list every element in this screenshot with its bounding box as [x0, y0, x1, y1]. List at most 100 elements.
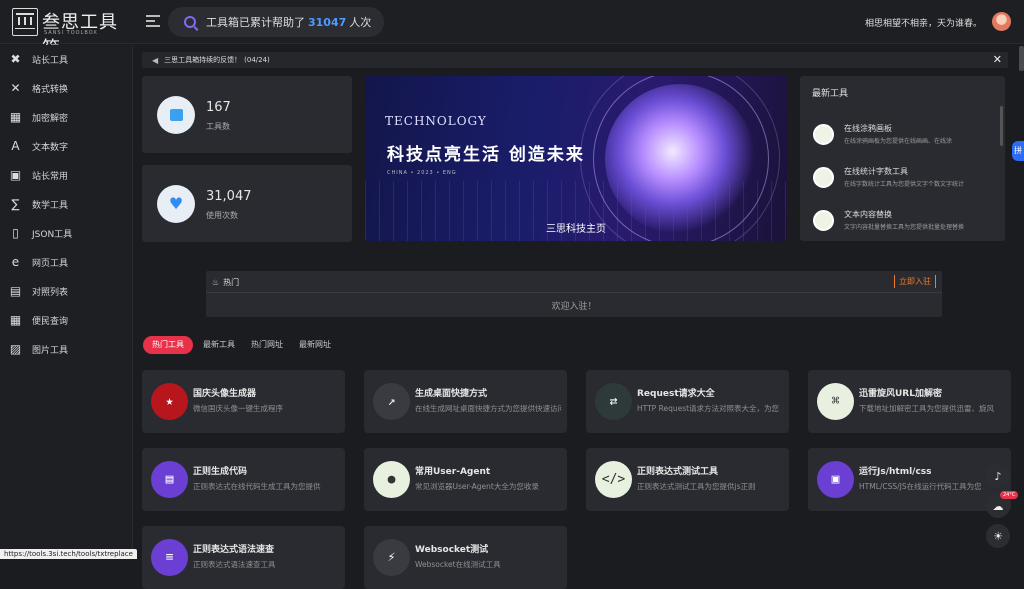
stat-usage: ♥ 31,047 使用次数 — [142, 165, 352, 242]
tool-card[interactable]: ↗ 生成桌面快捷方式在线生成网址桌面快捷方式为您提供快速访问 — [364, 370, 567, 433]
sidebar-item-math[interactable]: ∑ 数学工具 — [0, 190, 132, 219]
sidebar-item-format[interactable]: ✕ 格式转换 — [0, 74, 132, 103]
join-button[interactable]: 立即入驻 — [894, 275, 936, 288]
main-content: ◀ 三思工具箱持续的反馈！ (04/24) ✕ 167 工具数 ♥ 31,047… — [134, 45, 1014, 589]
tool-card-title: Request请求大全 — [637, 389, 715, 399]
tool-tabs: 热门工具 最新工具 热门网址 最新网址 — [143, 336, 341, 354]
sidebar-item-text[interactable]: A 文本数字 — [0, 132, 132, 161]
hot-welcome-text: 欢迎入驻！ — [551, 302, 597, 312]
stat-usage-label: 使用次数 — [206, 211, 238, 220]
top-bar: 叁思工具箱 SANSI TOOLBOX 工具箱已累计帮助了31047人次 相思相… — [0, 0, 1024, 59]
side-drawer-tab[interactable]: 拼 — [1012, 141, 1024, 161]
newest-tools-title: 最新工具 — [812, 89, 849, 99]
tool-card-title: Websocket测试 — [415, 545, 489, 555]
sidebar-item-list[interactable]: ▤ 对照列表 — [0, 277, 132, 306]
text-replace-icon — [813, 210, 834, 231]
text-icon: A — [11, 139, 20, 153]
tool-card-desc: 常见浏览器User-Agent大全为您收录 — [415, 482, 539, 491]
websocket-icon: ⚡ — [373, 539, 410, 576]
avatar[interactable] — [992, 12, 1011, 31]
tool-card[interactable]: ● 常用User-Agent 常见浏览器User-Agent大全为您收录 — [364, 448, 567, 511]
logo-icon — [12, 8, 38, 36]
lock-icon: ▦ — [9, 110, 22, 124]
tool-card[interactable]: ★ 国庆头像生成器微信国庆头像一键生成程序 — [142, 370, 345, 433]
tool-card[interactable]: ▣ 运行Js/html/css HTML/CSS/JS在线运行代码工具为您 — [808, 448, 1011, 511]
toolbox-icon: ▣ — [9, 168, 22, 182]
speaker-icon: ◀ — [152, 55, 159, 65]
tool-card-desc: 正则表达式测试工具为您提供js正则 — [637, 482, 756, 491]
tool-card-title: 迅雷旋风URL加解密 — [859, 389, 942, 399]
newest-item[interactable]: 文本内容替换 文字内容批量替换工具为您提供批量处理替换 — [813, 207, 993, 237]
banner-small-text: CHINA • 2023 • ENG — [387, 170, 457, 176]
tool-card[interactable]: ⌘ 迅雷旋风URL加解密 下载地址加解密工具为您提供迅雷、旋风 — [808, 370, 1011, 433]
motto-text: 相思相望不相亲，天为谁春。 — [865, 19, 983, 29]
close-icon[interactable]: ✕ — [993, 53, 1002, 66]
json-icon: ▯ — [12, 226, 19, 240]
scrollbar[interactable] — [1000, 106, 1003, 146]
tool-card[interactable]: ⇄ Request请求大全 HTTP Request请求方法对照表大全，为您 — [586, 370, 789, 433]
tool-card-desc: Websocket在线测试工具 — [415, 560, 501, 569]
tool-card[interactable]: ⚡ Websocket测试 Websocket在线测试工具 — [364, 526, 567, 589]
sidebar-item-query[interactable]: ▦ 便民查询 — [0, 306, 132, 335]
newest-tools-panel: 最新工具 在线涂鸦画板 在线涂鸦画板为您提供在线画画、在线涂 在线统计字数工具 … — [800, 76, 1005, 241]
tool-card[interactable]: ≡ 正则表达式语法速查 正则表达式语法速查工具 — [142, 526, 345, 589]
logo[interactable]: 叁思工具箱 SANSI TOOLBOX — [12, 8, 122, 59]
search-icon — [184, 16, 196, 28]
regex-syntax-icon: ≡ — [151, 539, 188, 576]
tool-card-title: 正则生成代码 — [193, 467, 248, 477]
notice-bar: ◀ 三思工具箱持续的反馈！ (04/24) ✕ — [142, 52, 1008, 68]
page-scrollbar[interactable] — [1019, 46, 1024, 71]
sidebar-item-common[interactable]: ▣ 站长常用 — [0, 161, 132, 190]
user-agent-icon: ● — [373, 461, 410, 498]
tab-new-tools[interactable]: 最新工具 — [197, 336, 241, 354]
url-crypt-icon: ⌘ — [817, 383, 854, 420]
flag-avatar-icon: ★ — [151, 383, 188, 420]
sidebar-item-json[interactable]: ▯ JSON工具 — [0, 219, 132, 248]
notice-counter: (04/24) — [244, 56, 270, 64]
calendar-icon: ▦ — [9, 313, 22, 327]
box-icon — [157, 96, 195, 134]
sun-icon[interactable]: ☀ — [986, 524, 1010, 548]
tool-card-title: 国庆头像生成器 — [193, 389, 257, 399]
tab-new-sites[interactable]: 最新网址 — [293, 336, 337, 354]
tab-hot-tools[interactable]: 热门工具 — [143, 336, 193, 354]
sidebar-item-web[interactable]: e 网页工具 — [0, 248, 132, 277]
fire-icon: ♨ — [212, 278, 220, 287]
newest-item[interactable]: 在线统计字数工具 在线字数统计工具为您提供文字个数文字统计 — [813, 164, 993, 194]
stat-usage-value: 31,047 — [206, 189, 252, 204]
tool-card-desc: 微信国庆头像一键生成程序 — [193, 404, 283, 413]
request-icon: ⇄ — [595, 383, 632, 420]
tool-card-title: 常用User-Agent — [415, 467, 491, 477]
drawing-board-icon — [813, 124, 834, 145]
browser-icon: e — [11, 255, 20, 269]
tab-hot-sites[interactable]: 热门网址 — [245, 336, 289, 354]
tool-card[interactable]: ▤ 正则生成代码正则表达式在线代码生成工具为您提供 — [142, 448, 345, 511]
list-icon: ▤ — [9, 284, 22, 298]
sidebar: ✖ 站长工具 ✕ 格式转换 ▦ 加密解密 A 文本数字 ▣ 站长常用 ∑ 数学工具 ▯ JSO… — [0, 45, 133, 559]
sidebar-item-webmaster[interactable]: ✖ 站长工具 — [0, 45, 132, 74]
menu-toggle-icon[interactable] — [146, 15, 160, 27]
tool-card[interactable]: </> 正则表达式测试工具 正则表达式测试工具为您提供js正则 — [586, 448, 789, 511]
shortcut-icon: ↗ — [373, 383, 410, 420]
notice-text[interactable]: 三思工具箱持续的反馈！ — [164, 55, 241, 65]
image-icon: ▨ — [9, 342, 22, 356]
temperature-badge: 24°C — [1000, 491, 1019, 499]
tool-card-title: 生成桌面快捷方式 — [415, 389, 488, 399]
tool-card-desc: HTML/CSS/JS在线运行代码工具为您 — [859, 482, 982, 491]
tool-card-desc: 正则表达式语法速查工具 — [193, 560, 276, 569]
tool-card-desc: HTTP Request请求方法对照表大全，为您 — [637, 404, 780, 413]
sidebar-item-crypto[interactable]: ▦ 加密解密 — [0, 103, 132, 132]
search-bar[interactable]: 工具箱已累计帮助了 31047 人次 — [168, 7, 384, 37]
run-code-icon: ▣ — [817, 461, 854, 498]
newest-item[interactable]: 在线涂鸦画板 在线涂鸦画板为您提供在线画画、在线涂 — [813, 121, 993, 151]
sidebar-item-image[interactable]: ▨ 图片工具 — [0, 335, 132, 364]
banner-carousel[interactable]: TECHNOLOGY 科技点亮生活 创造未来 CHINA • 2023 • EN… — [365, 76, 787, 241]
bell-icon[interactable]: ♪ — [986, 464, 1010, 488]
search-text: 工具箱已累计帮助了 31047 人次 — [206, 16, 372, 29]
banner-slogan: 科技点亮生活 创造未来 — [387, 145, 585, 165]
tool-card-desc: 正则表达式在线代码生成工具为您提供 — [193, 482, 321, 491]
word-count-icon — [813, 167, 834, 188]
stat-tools-label: 工具数 — [206, 122, 230, 131]
tool-card-desc: 在线生成网址桌面快捷方式为您提供快速访问 — [415, 404, 561, 413]
regex-code-icon: ▤ — [151, 461, 188, 498]
